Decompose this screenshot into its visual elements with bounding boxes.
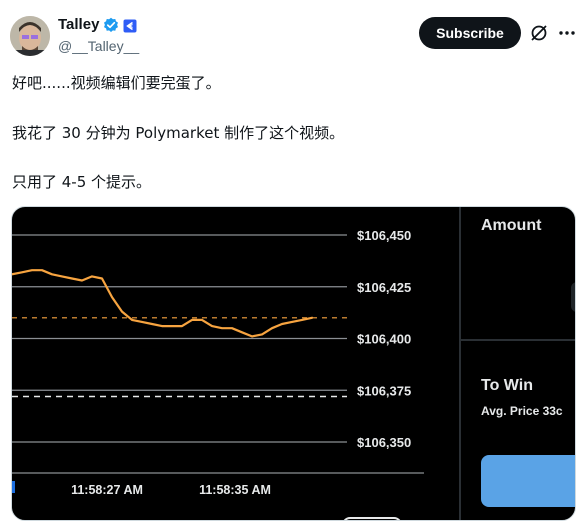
amount-label: Amount [481,217,542,234]
tweet-line-1: 好吧......视频编辑们要完蛋了。 [12,74,221,92]
display-name[interactable]: Talley [58,16,99,33]
x-tick-label: 11:58:27 AM [71,483,143,497]
to-win-label: To Win [481,377,533,394]
amount-input [571,282,575,312]
subscribe-button[interactable]: Subscribe [419,17,521,49]
avg-price-label: Avg. Price 33c [481,404,563,418]
panel-divider [461,339,575,341]
y-tick-label: $106,375 [357,383,411,398]
video-media[interactable]: $106,450 $106,425 $106,400 $106,375 $106,350… [11,206,576,521]
verified-check-icon [103,17,119,33]
avatar-image [10,16,50,56]
tweet-header: Talley @__Talley__ Subscribe [0,0,583,70]
more-dots-icon[interactable] [557,23,577,43]
price-chart: $106,450 $106,425 $106,400 $106,375 $106,350… [12,228,424,497]
grok-icon[interactable] [529,23,549,43]
avatar[interactable] [10,16,50,56]
affiliate-badge-icon[interactable] [123,18,137,32]
price-series-line [12,269,314,338]
trade-panel: Amount To Win Avg. Price 33c [459,207,575,520]
y-tick-label: $106,425 [357,280,411,295]
time-marker [12,481,15,493]
handle[interactable]: @__Talley__ [58,38,139,54]
y-tick-label: $106,350 [357,435,411,450]
buy-button [481,455,575,507]
tweet-line-2: 我花了 30 分钟为 Polymarket 制作了这个视频。 [12,124,345,142]
y-tick-label: $106,400 [357,332,411,347]
name-row: Talley [58,16,137,33]
video-control-pill [342,517,402,520]
x-tick-label: 11:58:35 AM [199,483,271,497]
y-tick-label: $106,450 [357,228,411,243]
tweet-line-3: 只用了 4-5 个提示。 [12,173,152,191]
